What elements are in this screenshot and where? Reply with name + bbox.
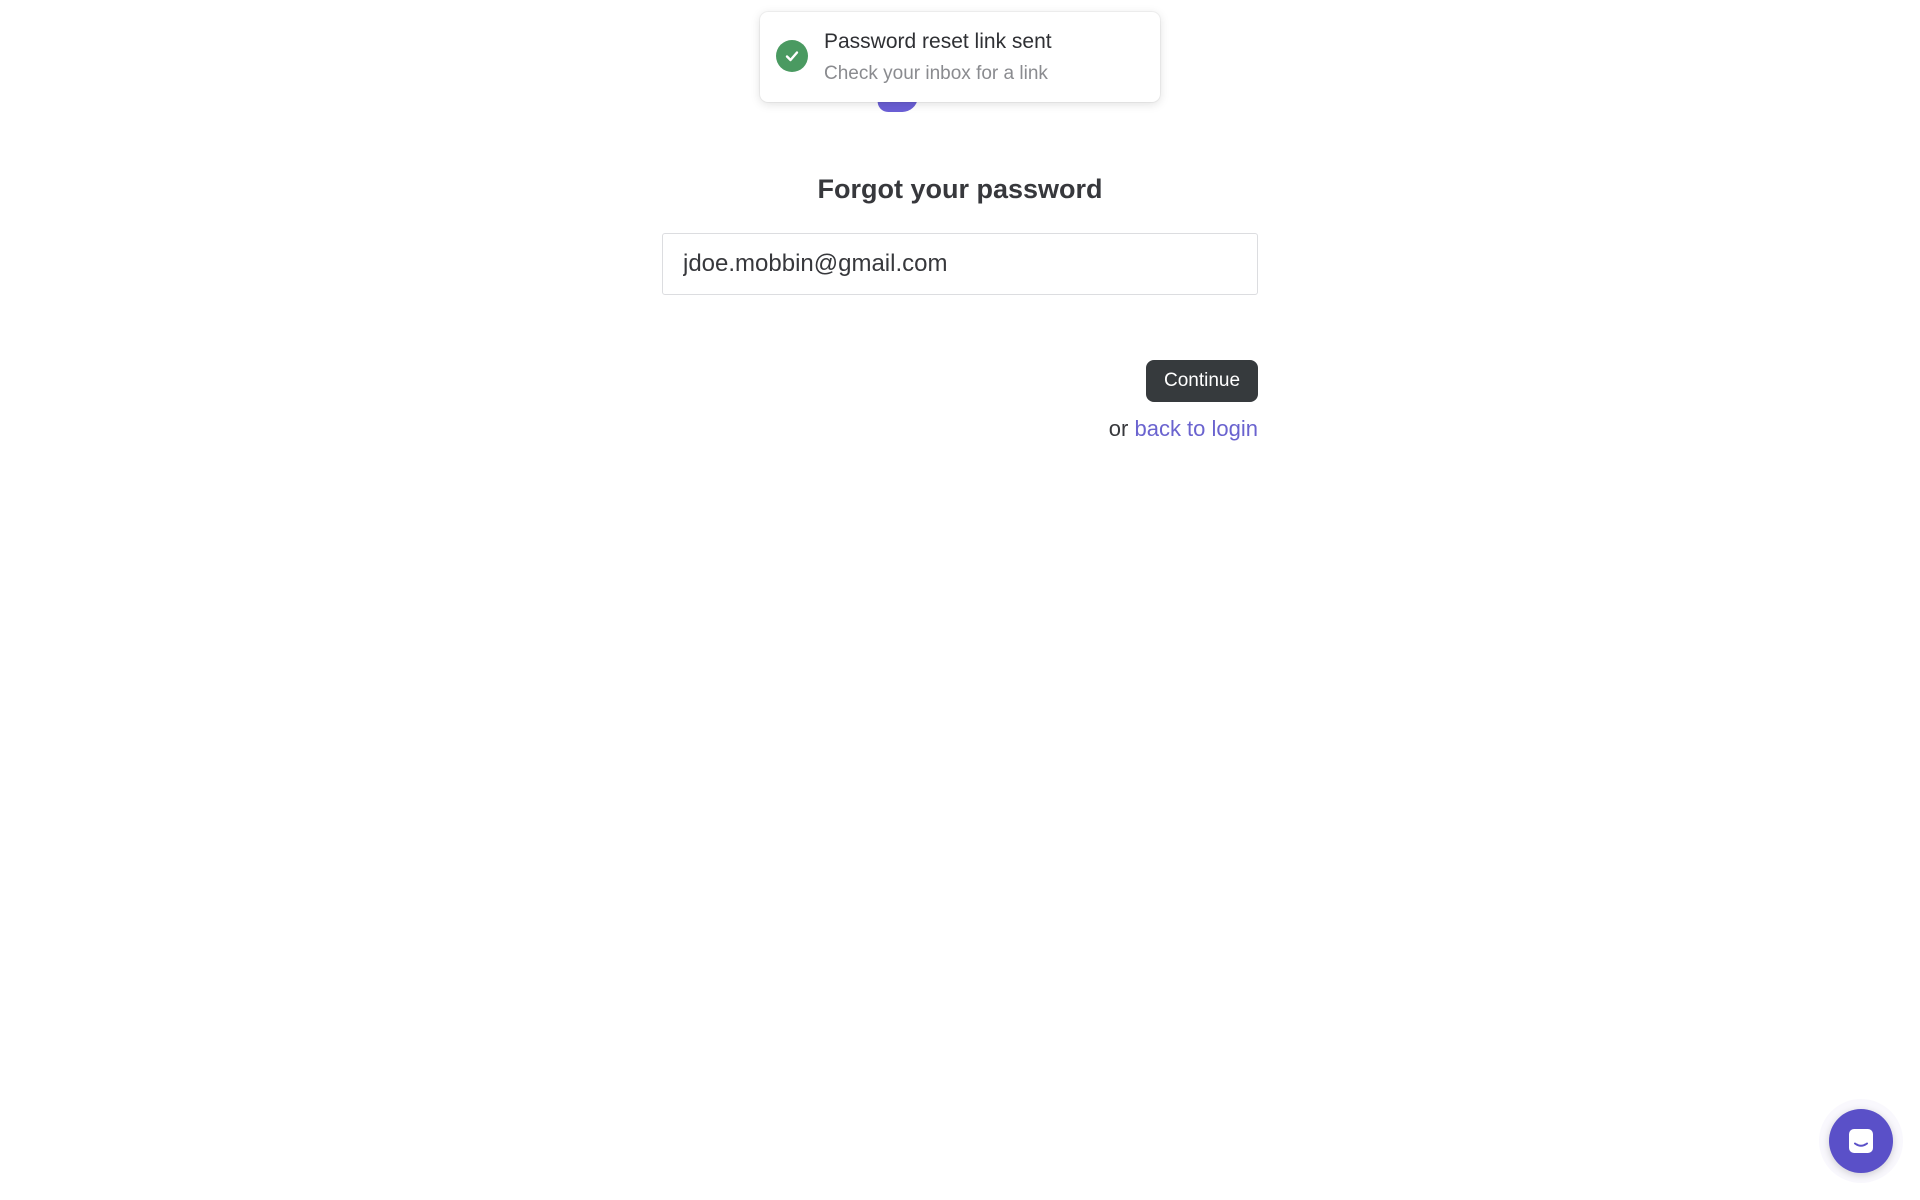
- chat-launcher-button[interactable]: [1829, 1109, 1893, 1173]
- back-prefix: or: [1108, 416, 1129, 441]
- back-to-login-link[interactable]: back to login: [1134, 416, 1258, 441]
- success-toast: Password reset link sent Check your inbo…: [760, 12, 1160, 102]
- toast-subtitle: Check your inbox for a link: [824, 63, 1048, 84]
- forgot-password-page: Password reset link sent Check your inbo…: [0, 0, 1920, 1200]
- chat-icon: [1849, 1129, 1873, 1153]
- continue-button[interactable]: Continue: [1146, 360, 1258, 402]
- page-title: Forgot your password: [817, 174, 1103, 204]
- email-field[interactable]: [662, 233, 1258, 295]
- back-to-login-line: or back to login: [662, 416, 1258, 442]
- check-circle-icon: [776, 40, 808, 72]
- toast-title: Password reset link sent: [824, 30, 1052, 53]
